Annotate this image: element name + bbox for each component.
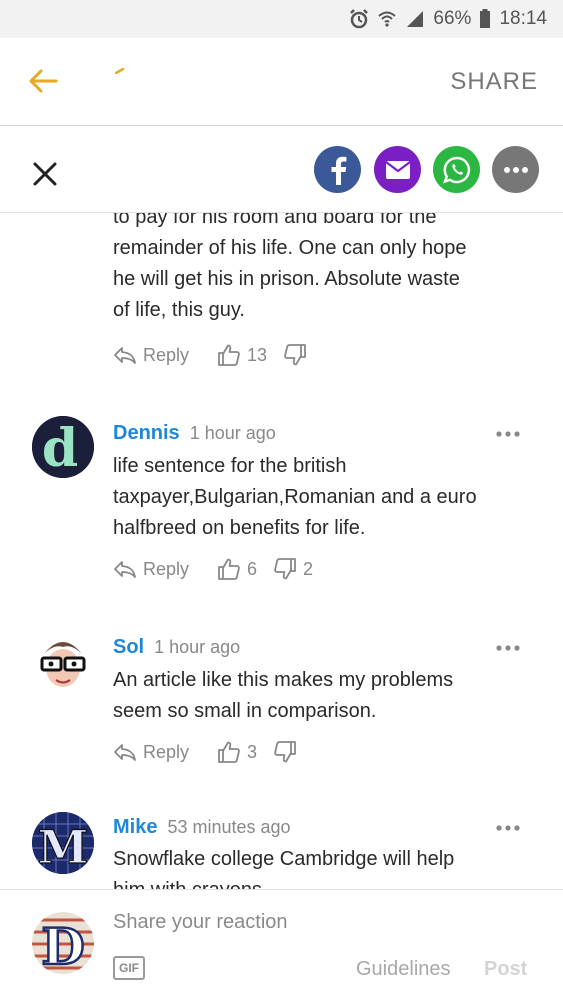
alarm-icon xyxy=(349,9,369,29)
dislike-button[interactable] xyxy=(283,343,313,367)
comment-line: halfbreed on benefits for life. xyxy=(113,517,366,539)
share-button[interactable]: SHARE xyxy=(450,68,538,96)
reply-button[interactable]: Reply xyxy=(113,742,189,763)
facebook-share-button[interactable] xyxy=(314,146,361,193)
dislike-button[interactable] xyxy=(273,740,303,764)
facebook-icon xyxy=(331,156,346,185)
reply-icon xyxy=(114,744,136,761)
post-button[interactable]: Post xyxy=(484,958,527,981)
avatar[interactable]: M xyxy=(32,812,94,874)
share-bar xyxy=(0,127,563,213)
status-bar: 66% 18:14 xyxy=(0,0,563,38)
reply-label: Reply xyxy=(143,344,190,365)
avatar-dennis-image: d xyxy=(32,416,94,478)
comment-actions: Reply 6 2 xyxy=(113,557,313,581)
whatsapp-share-button[interactable] xyxy=(433,146,480,193)
arrow-left-icon xyxy=(29,69,58,93)
comment-time: 53 minutes ago xyxy=(167,817,291,837)
reply-button[interactable]: Reply xyxy=(113,345,189,366)
reply-button[interactable]: Reply xyxy=(113,559,189,580)
comment-line: An article like this makes my problems xyxy=(113,669,454,691)
comment-line: life sentence for the british xyxy=(113,455,347,477)
comment-line: of life, this guy. xyxy=(113,299,245,321)
comment-line: remainder of his life. One can only hope xyxy=(113,237,467,259)
mail-icon xyxy=(384,160,411,179)
comments-list: to pay for his room and board for the re… xyxy=(0,213,563,889)
more-icon xyxy=(503,166,528,173)
comment-author[interactable]: Dennis 1 hour ago xyxy=(113,422,276,445)
thumbs-down-icon xyxy=(284,344,306,366)
reaction-input[interactable] xyxy=(113,908,513,936)
reply-icon xyxy=(114,561,136,578)
comment-line: Snowflake college Cambridge will help xyxy=(113,848,455,870)
comment-time: 1 hour ago xyxy=(154,637,241,657)
like-button[interactable]: 6 xyxy=(217,557,257,581)
avatar-letter: d xyxy=(42,418,78,478)
comment-text: life sentence for the british taxpayer,B… xyxy=(113,451,523,544)
avatar-letter: D xyxy=(41,917,84,974)
avatar-sol-image xyxy=(32,630,94,692)
like-count: 3 xyxy=(247,741,258,762)
avatar[interactable] xyxy=(32,630,94,692)
comment-text: Snowflake college Cambridge will help hi… xyxy=(113,844,523,889)
comment-author[interactable]: Sol 1 hour ago xyxy=(113,636,240,659)
comment-line: seem so small in comparison. xyxy=(113,700,377,722)
whatsapp-icon xyxy=(442,156,470,183)
gif-button[interactable]: GIF xyxy=(113,956,145,980)
current-user-avatar: D xyxy=(32,912,94,974)
thumbs-down-icon xyxy=(274,741,296,763)
comment-text: An article like this makes my problems s… xyxy=(113,665,523,727)
comment-more-icon[interactable] xyxy=(495,644,521,652)
partial-comment-actions: Reply 13 xyxy=(113,343,313,367)
back-button[interactable] xyxy=(26,64,60,98)
guidelines-link[interactable]: Guidelines xyxy=(356,958,451,981)
signal-icon xyxy=(405,9,425,29)
partial-comment-text: to pay for his room and board for the re… xyxy=(113,213,523,326)
dislike-count: 2 xyxy=(303,558,314,579)
author-name: Sol xyxy=(113,636,145,658)
like-count: 6 xyxy=(247,558,258,579)
reply-label: Reply xyxy=(143,741,190,762)
battery-icon xyxy=(479,9,491,29)
thumbs-down-icon xyxy=(274,558,296,580)
comment-time: 1 hour ago xyxy=(189,423,276,443)
battery-percent: 66% xyxy=(433,8,472,29)
wifi-icon xyxy=(377,9,397,29)
like-button[interactable]: 13 xyxy=(217,343,267,367)
comment-line: he will get his in prison. Absolute wast… xyxy=(113,268,460,290)
comment-more-icon[interactable] xyxy=(495,430,521,438)
comment-actions: Reply 3 xyxy=(113,740,303,764)
comment-more-icon[interactable] xyxy=(495,824,521,832)
reply-label: Reply xyxy=(143,558,190,579)
app-header: SHARE xyxy=(0,38,563,126)
comment-line: to pay for his room and board for the xyxy=(113,213,437,228)
status-time: 18:14 xyxy=(499,8,547,29)
avatar-mike-image: M xyxy=(32,812,94,874)
comment-author[interactable]: Mike 53 minutes ago xyxy=(113,816,291,839)
like-count: 13 xyxy=(247,344,268,365)
like-button[interactable]: 3 xyxy=(217,740,257,764)
thumbs-up-icon xyxy=(218,558,240,580)
title-mark-icon xyxy=(115,68,125,74)
reply-icon xyxy=(114,347,136,364)
avatar-current-user-image: D xyxy=(32,912,94,974)
close-button[interactable] xyxy=(30,159,60,189)
author-name: Dennis xyxy=(113,422,180,444)
avatar[interactable]: d xyxy=(32,416,94,478)
dislike-button[interactable]: 2 xyxy=(273,557,313,581)
more-share-button[interactable] xyxy=(492,146,539,193)
email-share-button[interactable] xyxy=(374,146,421,193)
thumbs-up-icon xyxy=(218,344,240,366)
author-name: Mike xyxy=(113,816,158,838)
reaction-composer: D GIF Guidelines Post xyxy=(0,889,563,1000)
thumbs-up-icon xyxy=(218,741,240,763)
close-icon xyxy=(33,162,57,186)
comment-line: taxpayer,Bulgarian,Romanian and a euro xyxy=(113,486,477,508)
avatar-letter: M xyxy=(38,820,89,874)
comment-line: him with crayons xyxy=(113,875,523,889)
